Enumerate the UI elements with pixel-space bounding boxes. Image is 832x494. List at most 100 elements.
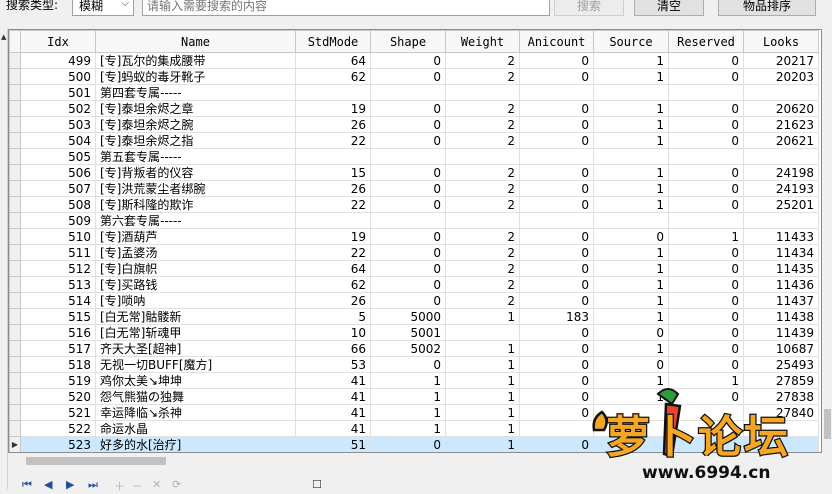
cell-anicount[interactable]: 0	[519, 164, 594, 181]
cell-reserved[interactable]: 0	[668, 260, 744, 277]
horizontal-scroll-thumb[interactable]	[26, 457, 166, 465]
cell-weight[interactable]: 2	[445, 292, 520, 309]
cell-reserved[interactable]	[668, 148, 744, 165]
cell-stdmode[interactable]: 19	[295, 228, 371, 245]
row-indicator[interactable]	[9, 84, 21, 101]
cell-idx[interactable]: 513	[20, 276, 96, 293]
column-header-shape[interactable]: Shape	[370, 30, 446, 53]
row-indicator[interactable]	[9, 244, 21, 261]
cell-reserved[interactable]: 0	[668, 308, 744, 325]
cell-shape[interactable]: 0	[370, 436, 446, 452]
cell-name[interactable]: [白无常]骷髅新	[95, 308, 296, 325]
table-row[interactable]: 506 [专]背叛者的仪容 15 0 2 0 1 0 24198	[9, 164, 819, 181]
cell-stdmode[interactable]: 26	[295, 180, 371, 197]
cell-stdmode[interactable]: 51	[295, 436, 371, 452]
cell-shape[interactable]: 0	[370, 116, 446, 133]
cell-name[interactable]: 好多的水[治疗]	[95, 436, 296, 452]
cell-idx[interactable]: 514	[20, 292, 96, 309]
vertical-scroll-thumb[interactable]	[824, 409, 831, 439]
cell-anicount[interactable]: 0	[519, 116, 594, 133]
next-record-icon[interactable]: ▶	[66, 478, 74, 491]
cell-looks[interactable]: 20621	[743, 132, 819, 149]
column-header-name[interactable]: Name	[95, 30, 296, 53]
cell-shape[interactable]: 1	[370, 372, 446, 389]
cell-name[interactable]: [专]泰坦余烬之章	[95, 100, 296, 117]
cell-anicount[interactable]	[519, 148, 594, 165]
cell-idx[interactable]: 509	[20, 212, 96, 229]
cell-weight[interactable]: 2	[445, 164, 520, 181]
cell-weight[interactable]: 2	[445, 68, 520, 85]
table-row[interactable]: 516 [白无常]斩魂甲 10 5001 0 0 0 11439	[9, 324, 819, 341]
cell-weight[interactable]: 2	[445, 276, 520, 293]
table-row[interactable]: 508 [专]斯科隆的欺诈 22 0 2 0 1 0 25201	[9, 196, 819, 213]
row-indicator[interactable]	[9, 276, 21, 293]
cell-name[interactable]: [专]泰坦余烬之腕	[95, 116, 296, 133]
cell-source[interactable]	[593, 212, 669, 229]
table-row[interactable]: 517 齐天大圣[超神] 66 5002 1 0 1 0 10687	[9, 340, 819, 357]
cell-name[interactable]: [专]唢呐	[95, 292, 296, 309]
cell-weight[interactable]: 2	[445, 116, 520, 133]
cell-idx[interactable]: 510	[20, 228, 96, 245]
prev-record-icon[interactable]: ◀	[44, 478, 52, 491]
cell-shape[interactable]: 1	[370, 388, 446, 405]
cell-reserved[interactable]: 0	[668, 196, 744, 213]
cell-weight[interactable]: 1	[445, 340, 520, 357]
row-indicator[interactable]	[9, 308, 21, 325]
cell-anicount[interactable]: 0	[519, 52, 594, 69]
cell-stdmode[interactable]: 41	[295, 420, 371, 437]
cell-shape[interactable]: 0	[370, 260, 446, 277]
cell-looks[interactable]: 25201	[743, 196, 819, 213]
cell-looks[interactable]: 11433	[743, 228, 819, 245]
cell-source[interactable]: 1	[593, 68, 669, 85]
cell-looks[interactable]: 11434	[743, 244, 819, 261]
cell-weight[interactable]	[445, 148, 520, 165]
cell-idx[interactable]: 507	[20, 180, 96, 197]
cell-anicount[interactable]: 0	[519, 436, 594, 452]
row-indicator[interactable]	[9, 196, 21, 213]
cell-name[interactable]: [专]斯科隆的欺诈	[95, 196, 296, 213]
cell-reserved[interactable]: 0	[668, 100, 744, 117]
cell-anicount[interactable]	[519, 84, 594, 101]
cell-idx[interactable]: 523	[20, 436, 96, 452]
row-indicator[interactable]	[9, 228, 21, 245]
cell-idx[interactable]: 501	[20, 84, 96, 101]
cell-shape[interactable]: 5002	[370, 340, 446, 357]
cell-idx[interactable]: 522	[20, 420, 96, 437]
cell-anicount[interactable]: 0	[519, 356, 594, 373]
cell-source[interactable]: 1	[593, 260, 669, 277]
cell-source[interactable]: 1	[593, 244, 669, 261]
row-indicator[interactable]	[9, 388, 21, 405]
table-row[interactable]: 503 [专]泰坦余烬之腕 26 0 2 0 1 0 21623	[9, 116, 819, 133]
cell-source[interactable]: 1	[593, 132, 669, 149]
cell-reserved[interactable]: 0	[668, 356, 744, 373]
cell-looks[interactable]: 11437	[743, 292, 819, 309]
cell-idx[interactable]: 519	[20, 372, 96, 389]
cell-source[interactable]: 0	[593, 356, 669, 373]
checkbox-icon[interactable]: ☐	[312, 478, 322, 491]
search-input[interactable]	[143, 0, 549, 15]
cell-reserved[interactable]: 0	[668, 276, 744, 293]
cell-stdmode[interactable]	[295, 84, 371, 101]
cell-anicount[interactable]: 0	[519, 196, 594, 213]
cell-anicount[interactable]: 0	[519, 228, 594, 245]
table-row[interactable]: 513 [专]买路钱 62 0 2 0 1 0 11436	[9, 276, 819, 293]
cell-name[interactable]: 第五套专属-----	[95, 148, 296, 165]
cell-source[interactable]: 1	[593, 340, 669, 357]
cell-stdmode[interactable]: 64	[295, 260, 371, 277]
cell-shape[interactable]	[370, 212, 446, 229]
table-row[interactable]: 502 [专]泰坦余烬之章 19 0 2 0 1 0 20620	[9, 100, 819, 117]
cell-stdmode[interactable]: 53	[295, 356, 371, 373]
cell-shape[interactable]: 0	[370, 100, 446, 117]
cell-reserved[interactable]: 0	[668, 132, 744, 149]
cell-stdmode[interactable]: 19	[295, 100, 371, 117]
table-row[interactable]: 510 [专]酒葫芦 19 0 2 0 0 1 11433	[9, 228, 819, 245]
column-header-looks[interactable]: Looks	[743, 30, 819, 53]
cell-shape[interactable]: 0	[370, 244, 446, 261]
cell-shape[interactable]: 5000	[370, 308, 446, 325]
cell-looks[interactable]: 11438	[743, 308, 819, 325]
cell-stdmode[interactable]: 41	[295, 372, 371, 389]
cell-idx[interactable]: 503	[20, 116, 96, 133]
cell-weight[interactable]: 1	[445, 436, 520, 452]
row-indicator[interactable]	[9, 52, 21, 69]
cell-looks[interactable]: 11436	[743, 276, 819, 293]
